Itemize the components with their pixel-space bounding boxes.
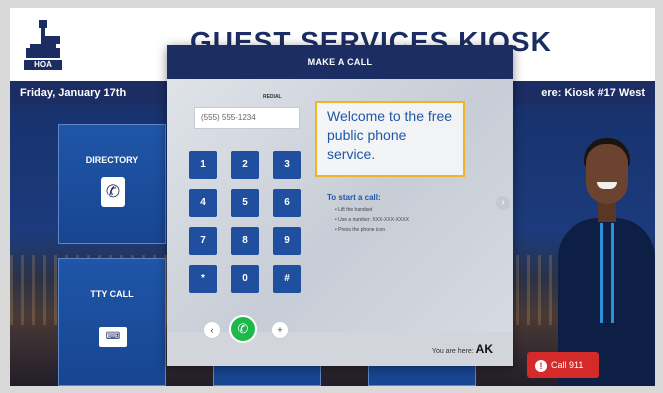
- key-2[interactable]: 2: [231, 151, 259, 179]
- key-3[interactable]: 3: [273, 151, 301, 179]
- call-button[interactable]: ✆: [229, 315, 257, 343]
- key-1[interactable]: 1: [189, 151, 217, 179]
- logo-text: HOA: [24, 60, 62, 70]
- date-text: Friday, January 17th: [20, 87, 127, 99]
- dialog-footer: You are here: AK: [167, 332, 513, 366]
- plus-button[interactable]: +: [271, 321, 289, 339]
- alert-icon: !: [535, 359, 547, 372]
- key-star[interactable]: *: [189, 265, 217, 293]
- directory-tile[interactable]: DIRECTORY ✆: [58, 124, 166, 244]
- keyboard-icon: ⌨: [99, 327, 127, 347]
- instruction-step: Lift the handset: [335, 207, 445, 213]
- key-hash[interactable]: #: [273, 265, 301, 293]
- agent-lanyard: [600, 223, 614, 323]
- instruction-step: Use a number: XXX-XXX-XXXX: [335, 217, 445, 223]
- key-4[interactable]: 4: [189, 189, 217, 217]
- directory-label: DIRECTORY: [85, 155, 139, 165]
- instructions-title: To start a call:: [327, 193, 381, 202]
- location-code: AK: [475, 342, 493, 356]
- call-911-button[interactable]: ! Call 911: [527, 352, 599, 378]
- phone-number-field[interactable]: (555) 555-1234: [194, 107, 300, 129]
- key-9[interactable]: 9: [273, 227, 301, 255]
- next-arrow-icon[interactable]: ›: [496, 196, 510, 210]
- instructions-list: Lift the handset Use a number: XXX-XXX-X…: [335, 207, 445, 237]
- location-text: ere: Kiosk #17 West: [541, 87, 645, 99]
- instruction-step: Press the phone icon: [335, 227, 445, 233]
- backspace-button[interactable]: ‹: [203, 321, 221, 339]
- building-icon: [26, 20, 60, 58]
- redial-label[interactable]: REDIAL: [263, 94, 282, 100]
- agent-face: [586, 144, 628, 204]
- key-6[interactable]: 6: [273, 189, 301, 217]
- phone-icon: ✆: [237, 321, 249, 336]
- key-7[interactable]: 7: [189, 227, 217, 255]
- key-0[interactable]: 0: [231, 265, 259, 293]
- hoa-logo: HOA: [24, 18, 62, 70]
- make-a-call-dialog: MAKE A CALL REDIAL (555) 555-1234 1 2 3 …: [167, 45, 513, 366]
- key-5[interactable]: 5: [231, 189, 259, 217]
- dialog-title: MAKE A CALL: [167, 45, 513, 79]
- dialog-body: REDIAL (555) 555-1234 1 2 3 4 5 6 7 8 9 …: [167, 79, 513, 332]
- phone-book-icon: ✆: [101, 177, 125, 207]
- key-8[interactable]: 8: [231, 227, 259, 255]
- agent-photo: [558, 138, 655, 386]
- call-911-label: Call 911: [551, 360, 584, 370]
- location-indicator: You are here: AK: [432, 342, 493, 356]
- welcome-message: Welcome to the free public phone service…: [315, 101, 465, 177]
- tty-call-label: TTY CALL: [90, 289, 134, 299]
- tty-call-tile[interactable]: TTY CALL ⌨: [58, 258, 166, 386]
- location-prefix: You are here:: [431, 348, 474, 355]
